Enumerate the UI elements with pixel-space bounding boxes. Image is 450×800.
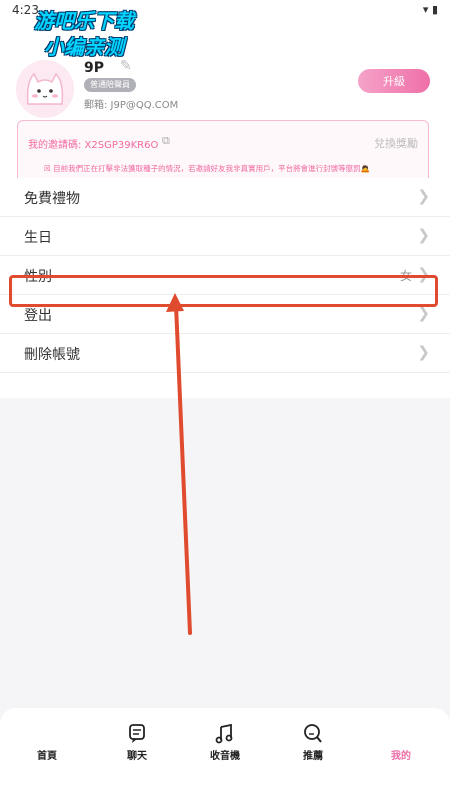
menu-item-label: 刪除帳號 [24,347,80,363]
pencil-icon[interactable]: ✎ [120,58,132,74]
menu-item-label: 生日 [24,230,52,246]
invite-card: 我的邀請碼: X2SGP39KR6O ⧉ 兌換獎勵 ☒ 目前我們正在打擊非法獲取… [17,120,429,184]
menu-item-label: 性別 [24,269,52,285]
menu-item-gender[interactable]: 性別 女 ❯ [0,256,450,295]
nav-label: 聊天 [127,751,147,762]
nav-chat[interactable]: 聊天 [92,708,182,778]
redeem-rewards-button[interactable]: 兌換獎勵 [374,135,418,151]
menu-item-free-gift[interactable]: 免費禮物 ❯ [0,178,450,217]
gender-value: 女 [399,269,412,283]
status-icons: ▾ ▮ [422,3,438,16]
menu-item-delete-account[interactable]: 刪除帳號 ❯ [0,334,450,373]
cat-avatar-icon [16,60,74,118]
menu-item-birthday[interactable]: 生日 ❯ [0,217,450,256]
chat-icon [129,724,145,743]
nav-recommend[interactable]: 推薦 [268,708,358,778]
nav-radio[interactable]: 收音機 [180,708,270,778]
menu-item-label: 登出 [24,308,52,324]
copy-icon[interactable]: ⧉ [162,134,170,148]
settings-menu: 免費禮物 ❯ 生日 ❯ 性別 女 ❯ 登出 ❯ 刪除帳號 ❯ [0,178,450,373]
member-badge: 普通陪聲員 [84,78,136,92]
nav-label: 首頁 [37,751,57,762]
search-icon [304,724,322,743]
watermark-line-2: 小编亲测 [44,35,124,59]
menu-item-label: 免費禮物 [24,191,80,207]
nav-home[interactable]: 首頁 [2,708,92,778]
watermark: 游吧乐下载 小编亲测 [14,8,154,60]
chevron-right-icon: ❯ [417,226,430,244]
nav-label: 收音機 [210,751,240,762]
email-text: 郵箱: J9P@QQ.COM [84,100,179,111]
nav-label: 推薦 [303,751,323,762]
invite-code: 我的邀請碼: X2SGP39KR6O [28,140,159,151]
chevron-right-icon: ❯ [417,187,430,205]
username: 9P [84,60,105,76]
watermark-line-1: 游吧乐下载 [34,9,134,33]
menu-item-logout[interactable]: 登出 ❯ [0,295,450,334]
chevron-right-icon: ❯ [417,304,430,322]
invite-warning-note: ☒ 目前我們正在打擊非法獲取種子的情況，若邀請好友我非真實用戶，平台將會進行封號… [44,164,370,173]
chevron-right-icon: ❯ [417,265,430,283]
upgrade-button[interactable]: 升級 [358,69,430,93]
bottom-nav: 首頁 聊天 收音機 推薦 我的 [0,708,450,800]
nav-profile[interactable]: 我的 [356,708,446,778]
music-icon [215,723,233,744]
chevron-right-icon: ❯ [417,343,430,361]
avatar[interactable] [16,60,74,118]
nav-label: 我的 [391,751,411,762]
